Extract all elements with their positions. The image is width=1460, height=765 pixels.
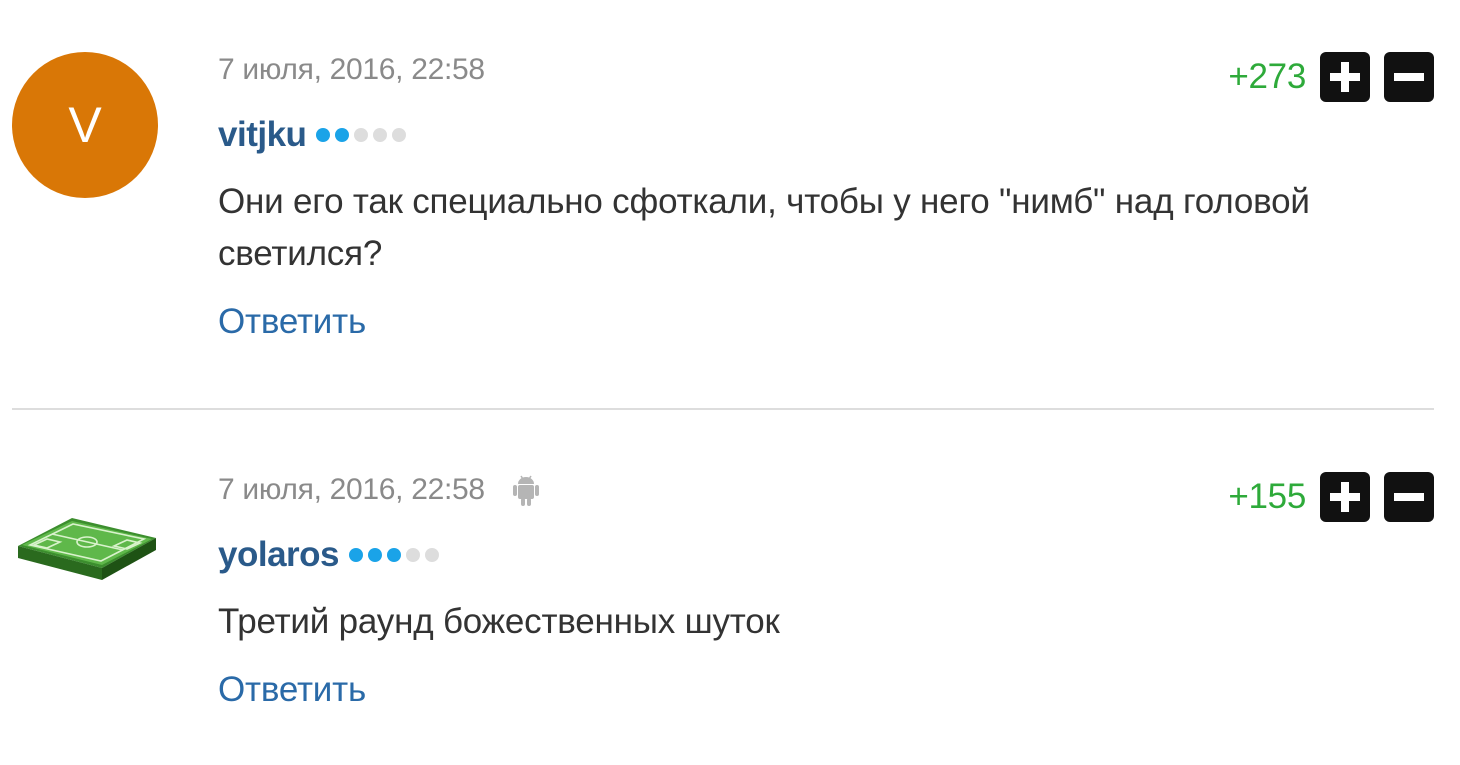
comment-score: +273 [1228,57,1306,96]
comment-text: Третий раунд божественных шуток [218,602,780,641]
comment-text: Они его так специально сфоткали, чтобы у… [218,182,1310,273]
username-link[interactable]: vitjku [218,115,307,155]
comment-score: +155 [1228,477,1306,516]
downvote-button[interactable] [1384,472,1434,522]
comment-author: yolaros [218,532,444,578]
rank-dot [406,548,420,562]
comment-date: 7 июля, 2016, 22:58 [218,53,485,86]
android-icon [511,472,541,508]
football-field-icon [18,518,156,580]
comment-author: vitjku [218,112,411,158]
downvote-button[interactable] [1384,52,1434,102]
vote-controls: +155 [1228,472,1434,522]
rank-dot [316,128,331,142]
comment-meta: 7 июля, 2016, 22:58 [218,470,541,510]
rank-dot [425,548,439,562]
upvote-button[interactable] [1320,52,1370,102]
rank-dot [368,548,382,562]
comment-date: 7 июля, 2016, 22:58 [218,473,485,506]
rank-dot [387,548,401,562]
reply-button[interactable]: Ответить [218,302,366,342]
rank-dot [354,128,369,142]
rank-dot [392,128,407,142]
avatar-letter: V [68,97,102,153]
avatar[interactable] [12,476,158,622]
reply-button[interactable]: Ответить [218,670,366,710]
upvote-button[interactable] [1320,472,1370,522]
avatar[interactable]: V [12,52,158,198]
vote-controls: +273 [1228,52,1434,102]
user-rank-indicator [349,548,444,562]
comment-divider [12,408,1434,410]
user-rank-indicator [316,128,411,142]
rank-dot [335,128,350,142]
rank-dot [349,548,363,562]
comment-meta: 7 июля, 2016, 22:58 [218,50,485,90]
rank-dot [373,128,388,142]
username-link[interactable]: yolaros [218,535,340,575]
